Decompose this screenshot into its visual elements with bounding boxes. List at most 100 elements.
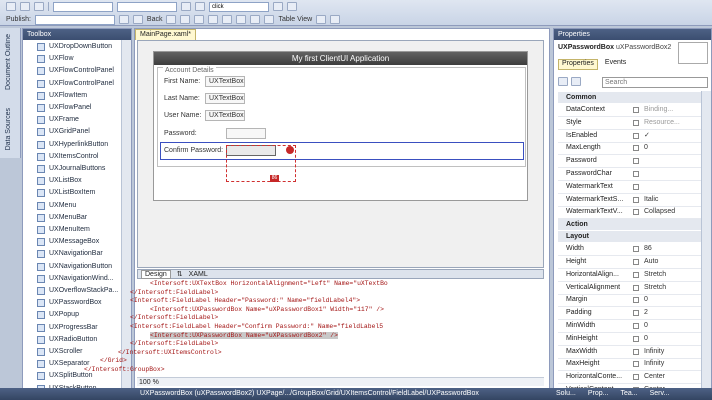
toolbox-item[interactable]: UXProgressBar [37, 322, 98, 334]
toolbox-item[interactable]: UXJournalButtons [37, 163, 105, 175]
toolbar-button[interactable] [236, 15, 247, 24]
advanced-options-icon[interactable] [633, 374, 639, 381]
property-value[interactable]: Center [644, 371, 665, 383]
property-value[interactable]: Resource... [644, 117, 680, 129]
property-row[interactable]: HorizontalAlign... Stretch [558, 269, 708, 282]
toolbox-item[interactable]: UXListBox [37, 175, 82, 187]
property-value[interactable]: 2 [644, 307, 648, 319]
property-value[interactable]: Binding... [644, 104, 673, 116]
toolbox-item[interactable]: UXFlowPanel [37, 102, 91, 114]
toolbar-button[interactable] [180, 15, 191, 24]
advanced-options-icon[interactable] [633, 158, 639, 165]
toolbox-item[interactable]: UXScroller [37, 346, 82, 358]
property-row[interactable]: Padding 2 [558, 307, 708, 321]
advanced-options-icon[interactable] [633, 271, 639, 278]
property-row[interactable]: Width 86 [558, 243, 708, 257]
toolbar-button[interactable] [330, 15, 341, 24]
property-row[interactable]: Margin 0 [558, 294, 708, 308]
toolbox-item[interactable]: UXListBoxItem [37, 187, 95, 199]
advanced-options-icon[interactable] [633, 196, 639, 203]
toolbar-button[interactable] [118, 15, 129, 24]
advanced-options-icon[interactable] [633, 323, 639, 329]
toolbox-item[interactable]: UXPopup [37, 309, 79, 321]
tool-window-tab[interactable]: Solu... [556, 388, 576, 400]
property-value[interactable]: ✓ [644, 130, 650, 142]
data-sources-tab[interactable]: Data Sources [5, 108, 12, 150]
property-value[interactable]: Stretch [644, 269, 666, 281]
toolbox-item[interactable]: UXPasswordBox [37, 297, 102, 309]
toolbox-item[interactable]: UXRadioButton [37, 334, 97, 346]
events-tab[interactable]: Events [602, 59, 629, 70]
first-name-textbox[interactable]: UXTextBox [205, 76, 245, 87]
property-row[interactable]: Height Auto [558, 256, 708, 269]
advanced-options-icon[interactable] [633, 361, 639, 368]
toolbox-item[interactable]: UXOverflowStackPa... [37, 285, 118, 297]
toolbox-item[interactable]: UXHyperlinkButton [37, 139, 108, 151]
toolbar-button[interactable] [208, 15, 219, 24]
config-combo[interactable] [53, 1, 113, 12]
properties-scrollbar[interactable] [701, 91, 711, 399]
sort-alpha-icon[interactable] [571, 77, 581, 86]
toolbox-item[interactable]: UXGridPanel [37, 126, 90, 138]
toolbox-item[interactable]: UXMenuBar [37, 212, 87, 224]
property-row[interactable]: MaxWidth Infinity [558, 346, 708, 359]
property-search-input[interactable]: Search [602, 77, 708, 88]
toolbar-button[interactable] [181, 2, 191, 11]
property-row[interactable]: HorizontalConte... Center [558, 371, 708, 385]
property-row[interactable]: MinWidth 0 [558, 320, 708, 333]
advanced-options-icon[interactable] [633, 119, 639, 126]
password-box[interactable] [226, 128, 266, 139]
advanced-options-icon[interactable] [633, 348, 639, 355]
property-row[interactable]: VerticalAlignment Stretch [558, 282, 708, 295]
toolbox-item[interactable]: UXFrame [37, 114, 79, 126]
toolbox-item[interactable]: UXNavigationWind... [37, 273, 114, 285]
swap-icon[interactable]: ⇅ [177, 270, 183, 278]
zoom-level[interactable]: 100 % [139, 378, 159, 387]
find-combo[interactable]: click [209, 1, 269, 12]
property-row[interactable]: DataContext Binding... [558, 104, 708, 117]
toolbar-button[interactable] [132, 15, 143, 24]
table-view-button[interactable]: Table View [278, 15, 312, 24]
tool-window-tab[interactable]: Tea... [620, 388, 637, 400]
tool-window-tab[interactable]: Serv... [650, 388, 670, 400]
property-value[interactable]: 86 [644, 243, 652, 255]
property-value[interactable]: Infinity [644, 358, 664, 370]
advanced-options-icon[interactable] [633, 171, 639, 177]
toolbox-item[interactable]: UXSeparator [37, 358, 89, 370]
breadcrumb[interactable]: UXPasswordBox (uXPasswordBox2) UXPage/..… [140, 388, 479, 400]
document-tab[interactable]: MainPage.xaml* [135, 29, 196, 40]
property-row[interactable]: WatermarkTextS... Italic [558, 194, 708, 207]
toolbox-item[interactable]: UXFlowControlPanel [37, 78, 114, 90]
xaml-code-view[interactable]: <Intersoft:UXTextBox HorizontalAlignment… [84, 280, 544, 376]
toolbar-button[interactable] [250, 15, 261, 24]
property-row[interactable]: MinHeight 0 [558, 333, 708, 346]
advanced-options-icon[interactable] [633, 310, 639, 317]
toolbox-item[interactable]: UXFlowItem [37, 90, 87, 102]
toolbox-item[interactable]: UXFlowControlPanel [37, 65, 114, 77]
user-name-textbox[interactable]: UXTextBox [205, 110, 245, 121]
back-button[interactable]: Back [147, 15, 163, 24]
advanced-options-icon[interactable] [633, 183, 639, 190]
toolbox-item[interactable]: UXMenu [37, 200, 76, 212]
property-row[interactable]: IsEnabled ✓ [558, 130, 708, 143]
toolbox-item[interactable]: UXMessageBox [37, 236, 99, 248]
property-value[interactable]: Auto [644, 256, 658, 268]
advanced-options-icon[interactable] [633, 145, 639, 152]
advanced-options-icon[interactable] [633, 209, 639, 216]
toolbox-item[interactable]: UXMenuItem [37, 224, 90, 236]
toolbar-button[interactable] [6, 2, 16, 11]
properties-tab[interactable]: Properties [558, 59, 598, 70]
toolbox-item[interactable]: UXItemsControl [37, 151, 98, 163]
categorize-icon[interactable] [558, 77, 568, 86]
property-value[interactable]: 0 [644, 294, 648, 306]
property-value[interactable]: Collapsed [644, 206, 675, 218]
property-row[interactable]: Style Resource... [558, 117, 708, 130]
property-value[interactable]: Italic [644, 194, 658, 206]
property-value[interactable]: 0 [644, 333, 648, 345]
toolbar-button[interactable] [166, 15, 177, 24]
toolbar-button[interactable] [264, 15, 275, 24]
toolbar-button[interactable] [222, 15, 233, 24]
property-row[interactable]: Password [558, 155, 708, 169]
platform-combo[interactable] [117, 1, 177, 12]
advanced-options-icon[interactable] [633, 284, 639, 291]
